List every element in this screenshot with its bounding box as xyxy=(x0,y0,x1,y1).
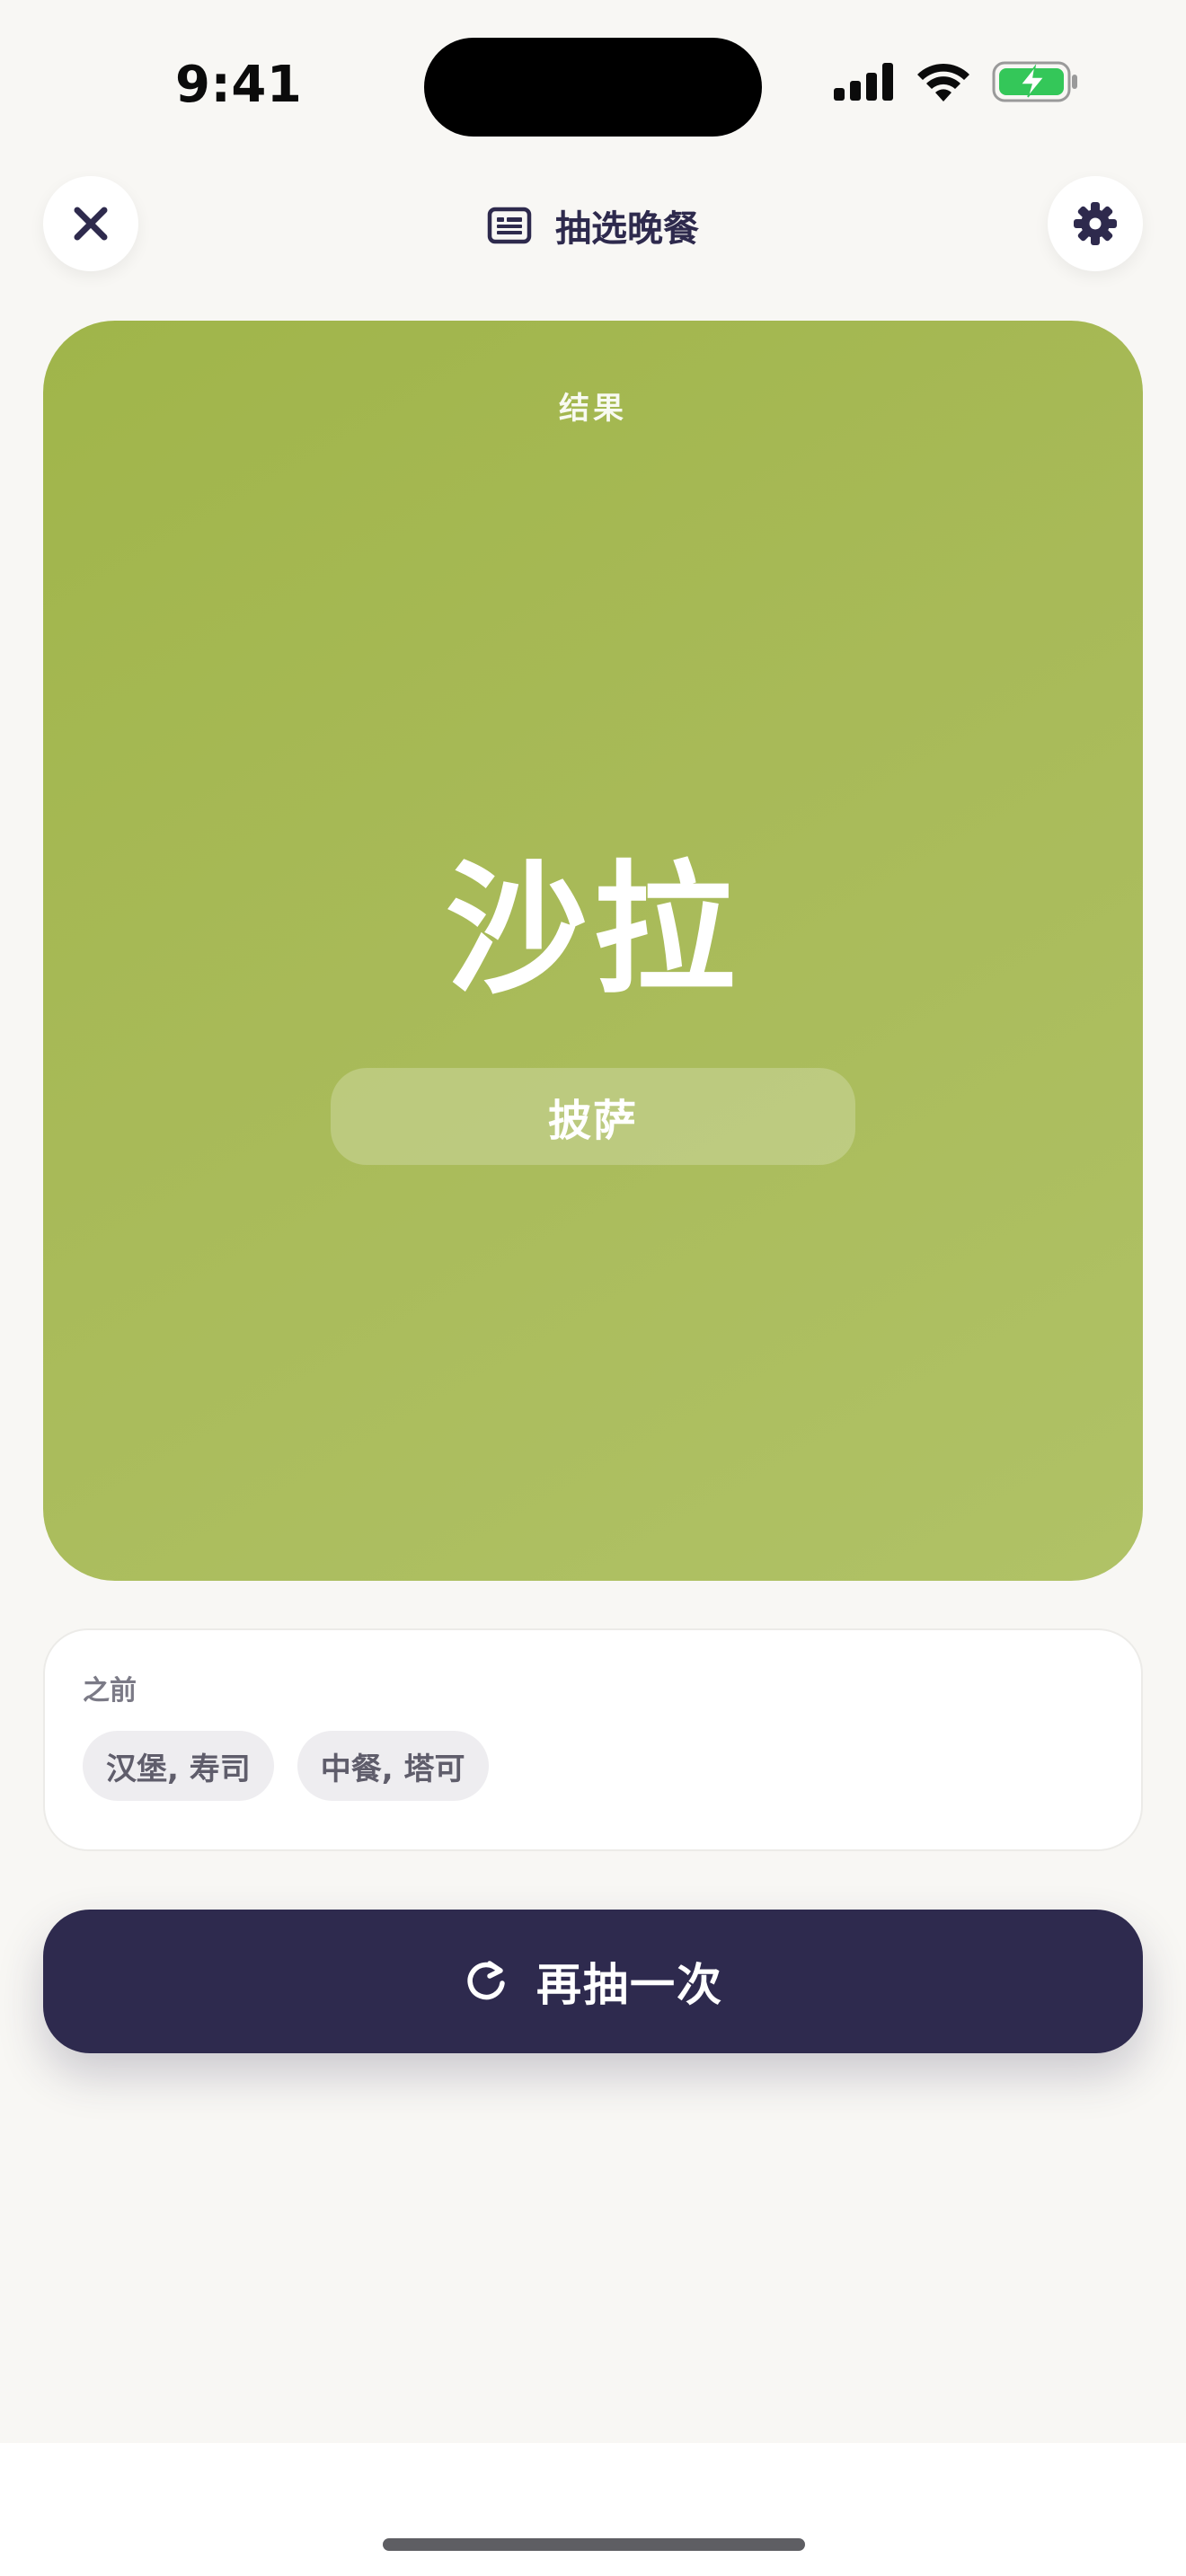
page-title-text: 抽选晚餐 xyxy=(555,208,699,250)
wifi-icon xyxy=(917,63,969,101)
redraw-button[interactable]: 再抽一次 xyxy=(43,1910,1143,2053)
refresh-icon xyxy=(467,1961,505,2000)
cellular-signal-icon xyxy=(834,63,893,101)
result-alternate-pill: 披萨 xyxy=(331,1068,855,1165)
previous-chip: 中餐, 塔可 xyxy=(296,1731,489,1801)
result-label: 结果 xyxy=(559,391,627,427)
previous-results-card: 之前 汉堡, 寿司 中餐, 塔可 xyxy=(43,1628,1143,1851)
previous-chips: 汉堡, 寿司 中餐, 塔可 xyxy=(83,1731,489,1801)
home-indicator[interactable] xyxy=(383,2538,805,2551)
status-time: 9:41 xyxy=(175,56,303,114)
result-card: 结果 沙拉 披萨 xyxy=(43,321,1143,1581)
page-title: 抽选晚餐 xyxy=(0,199,1186,251)
dynamic-island xyxy=(424,38,762,137)
redraw-label: 再抽一次 xyxy=(536,1959,723,2011)
bottom-safe-area xyxy=(0,2443,1186,2576)
status-bar: 9:41 xyxy=(0,0,1186,162)
result-value: 沙拉 xyxy=(446,848,740,1013)
previous-chip: 汉堡, 寿司 xyxy=(83,1731,274,1801)
settings-button[interactable] xyxy=(1048,176,1143,271)
previous-label: 之前 xyxy=(83,1675,137,1707)
list-icon xyxy=(487,207,532,244)
status-icons xyxy=(834,61,1078,102)
battery-charging-icon xyxy=(992,61,1077,102)
gear-icon xyxy=(1074,202,1117,245)
